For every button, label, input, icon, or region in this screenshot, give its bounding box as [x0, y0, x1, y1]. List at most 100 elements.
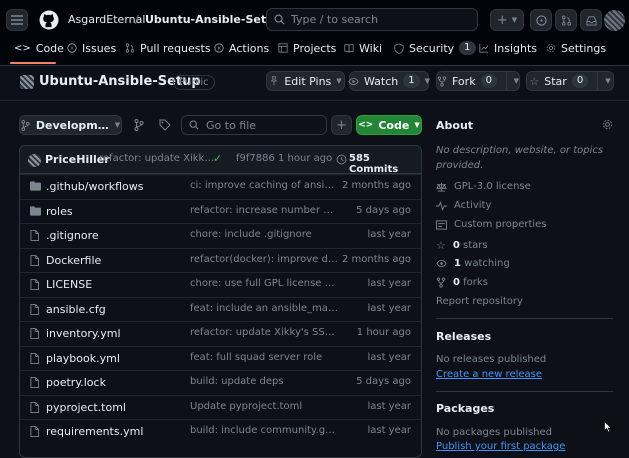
code-button[interactable]: <> Code ▼: [356, 115, 422, 135]
file-commit-message[interactable]: Update pyproject.toml: [190, 401, 338, 412]
forks-link[interactable]: 0 forks: [436, 277, 488, 288]
commit-message[interactable]: refactor: update Xikk…: [99, 153, 214, 164]
commit-hash[interactable]: f9f7886: [236, 153, 275, 164]
custom-properties-link[interactable]: Custom properties: [436, 219, 547, 230]
create-new-button[interactable]: + ▼: [490, 9, 524, 31]
tab-actions[interactable]: Actions: [214, 38, 269, 58]
file-commit-message[interactable]: chore: include .gitignore: [190, 229, 338, 240]
watching-link[interactable]: 1 watching: [436, 258, 510, 269]
activity-link[interactable]: Activity: [436, 200, 491, 211]
fork-icon: [437, 75, 447, 87]
file-row[interactable]: ansible.cfg feat: include an ansible_mana…: [20, 296, 421, 322]
fork-button[interactable]: Fork 0 ▼: [436, 71, 520, 91]
file-commit-message[interactable]: build: include community.gene…: [190, 425, 338, 436]
tab-code[interactable]: <> Code: [14, 38, 64, 58]
file-row[interactable]: poetry.lock build: update deps 5 days ago: [20, 370, 421, 395]
file-name[interactable]: pyproject.toml: [46, 401, 126, 414]
watch-count: 1: [403, 74, 420, 88]
repo-link[interactable]: Ubuntu-Ansible-Setup: [145, 13, 282, 26]
file-commit-message[interactable]: build: update deps: [190, 376, 338, 387]
file-name[interactable]: poetry.lock: [46, 376, 106, 389]
file-name[interactable]: playbook.yml: [46, 352, 120, 365]
add-file-button[interactable]: +: [331, 115, 352, 135]
star-button[interactable]: ☆ Star 0 ▼: [526, 71, 614, 91]
tag-icon[interactable]: [159, 119, 171, 131]
path-separator: /: [135, 13, 139, 26]
watch-button[interactable]: Watch 1 ▼: [348, 71, 431, 91]
create-release-link[interactable]: Create a new release: [436, 369, 542, 380]
file-name[interactable]: ansible.cfg: [46, 303, 106, 316]
fork-label: Fork: [452, 74, 476, 88]
issues-button[interactable]: [530, 9, 552, 31]
tab-projects[interactable]: Projects: [278, 38, 336, 58]
file-commit-time: 1 hour ago: [356, 327, 411, 338]
tab-settings[interactable]: Settings: [546, 38, 606, 58]
tab-wiki[interactable]: Wiki: [344, 38, 382, 58]
file-commit-message[interactable]: feat: full squad server role: [190, 352, 338, 363]
license-link[interactable]: GPL-3.0 license: [436, 181, 531, 192]
edit-pins-button[interactable]: Edit Pins ▼: [266, 71, 345, 91]
file-row[interactable]: pyproject.toml Update pyproject.toml last …: [20, 394, 421, 420]
pull-request-icon: [125, 43, 135, 53]
file-row[interactable]: .github/workflows ci: improve caching of …: [20, 174, 421, 199]
file-commit-time: last year: [367, 229, 411, 240]
file-name[interactable]: inventory.yml: [46, 327, 121, 340]
pull-requests-button[interactable]: [555, 9, 577, 31]
gear-icon: [546, 43, 556, 53]
file-commit-message[interactable]: chore: use full GPL license text,…: [190, 278, 338, 289]
tab-insights[interactable]: Insights: [479, 38, 537, 58]
file-row[interactable]: Dockerfile refactor(docker): improve dock…: [20, 247, 421, 273]
file-row[interactable]: inventory.yml refactor: update Xikky's SS…: [20, 321, 421, 346]
sidebar-divider: [436, 391, 613, 392]
file-name[interactable]: .github/workflows: [46, 180, 144, 193]
file-icon: [30, 230, 39, 241]
folder-icon: [30, 205, 41, 216]
go-to-file-input[interactable]: Go to file: [181, 115, 327, 135]
tab-label: Settings: [561, 41, 607, 55]
file-icon: [30, 377, 39, 388]
file-row[interactable]: requirements.yml build: include community…: [20, 419, 421, 444]
branch-select[interactable]: Developm… ▼: [19, 115, 122, 135]
stars-link[interactable]: ☆ 0 stars: [436, 239, 488, 252]
code-icon: <>: [358, 120, 374, 130]
commits-count-link[interactable]: 585 Commits: [349, 153, 421, 175]
file-commit-message[interactable]: feat: include an ansible_manag…: [190, 303, 338, 314]
search-input[interactable]: Type / to search: [266, 8, 478, 31]
report-repository-link[interactable]: Report repository: [436, 296, 523, 307]
file-row[interactable]: roles refactor: increase number of fa… 5 d…: [20, 198, 421, 224]
avatar[interactable]: [28, 154, 41, 167]
packages-heading[interactable]: Packages: [436, 402, 494, 415]
publish-package-link[interactable]: Publish your first package: [436, 441, 565, 452]
file-commit-message[interactable]: ci: improve caching of ansible i…: [190, 180, 338, 191]
file-commit-message[interactable]: refactor(docker): improve dock…: [190, 254, 338, 265]
file-commit-time: 5 days ago: [356, 204, 411, 216]
tab-security[interactable]: Security 1: [394, 38, 476, 58]
github-logo-icon[interactable]: [39, 10, 59, 30]
gear-icon[interactable]: [602, 119, 613, 130]
file-row[interactable]: LICENSE chore: use full GPL license text,…: [20, 272, 421, 297]
tab-issues[interactable]: Issues: [67, 38, 116, 58]
file-name[interactable]: LICENSE: [46, 278, 92, 291]
file-name[interactable]: requirements.yml: [46, 425, 143, 438]
fork-count: 0: [480, 74, 497, 88]
file-row[interactable]: playbook.yml feat: full squad server role…: [20, 345, 421, 371]
owner-link[interactable]: AsgardEternal: [68, 13, 145, 26]
file-name[interactable]: .gitignore: [46, 229, 99, 242]
chevron-down-icon: ▼: [424, 77, 431, 85]
check-icon: ✓: [213, 152, 223, 165]
file-row[interactable]: .gitignore chore: include .gitignore last …: [20, 223, 421, 248]
menu-button[interactable]: [6, 9, 28, 31]
issue-icon: [535, 14, 547, 26]
file-name[interactable]: roles: [46, 205, 73, 218]
tab-label: Actions: [229, 41, 270, 55]
file-commit-message[interactable]: refactor: update Xikky's SSH key: [190, 327, 338, 338]
releases-heading[interactable]: Releases: [436, 330, 491, 343]
file-commit-message[interactable]: refactor: increase number of fa…: [190, 205, 338, 216]
tab-pull-requests[interactable]: Pull requests: [125, 38, 211, 58]
file-name[interactable]: Dockerfile: [46, 254, 101, 267]
branches-icon[interactable]: [134, 119, 144, 131]
avatar[interactable]: [604, 10, 625, 31]
inbox-button[interactable]: [580, 9, 602, 31]
fork-divider: [505, 71, 507, 91]
search-placeholder: Type / to search: [291, 13, 379, 26]
